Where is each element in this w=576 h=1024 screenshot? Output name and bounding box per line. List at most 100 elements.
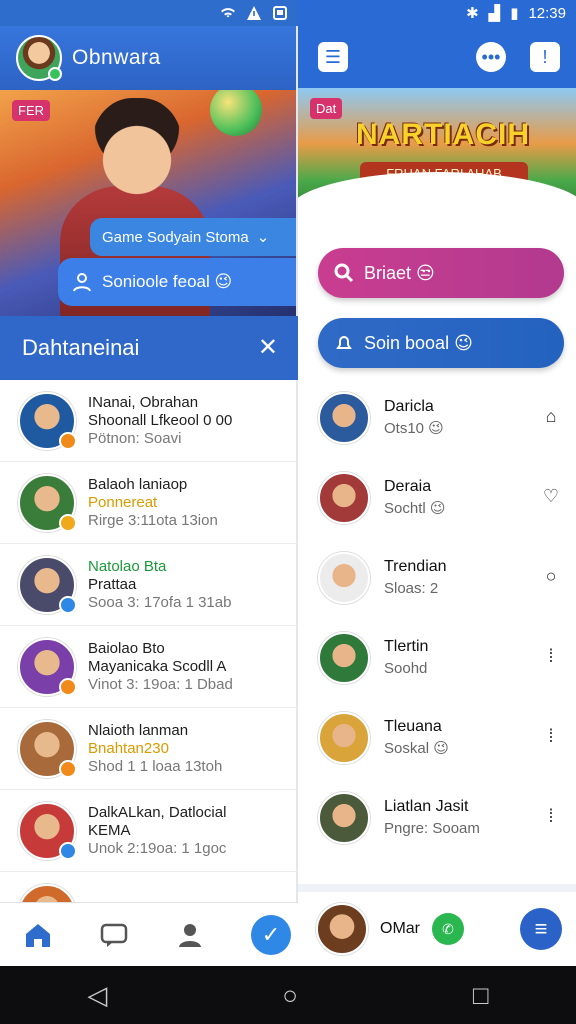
contact-sub: Pngre: Sooam xyxy=(384,820,480,837)
alert-icon xyxy=(247,6,261,20)
chat-line1: DalkALkan, Datlocial xyxy=(88,803,227,821)
menu-fab[interactable]: ≡ xyxy=(520,908,562,950)
heart-icon[interactable]: ♡ xyxy=(540,486,562,508)
chat-line2: Shoonall Lfkeool 0 00 xyxy=(88,411,233,429)
app-title: Obnwara xyxy=(72,46,161,69)
recents-icon[interactable]: □ xyxy=(473,980,489,1011)
banner-tag-right: Dat xyxy=(310,98,343,119)
menu-icon[interactable]: ☰ xyxy=(318,42,348,72)
status-bar-left xyxy=(0,0,298,26)
home-icon[interactable]: ⌂ xyxy=(540,406,562,428)
contact-name: Liatlan Jasit xyxy=(384,798,469,815)
contact-row[interactable]: Daricla Ots10 😉 ⌂ xyxy=(298,378,576,458)
dots-icon[interactable]: ⁞ xyxy=(540,806,562,828)
signal-icon: ▟ xyxy=(488,5,501,22)
chat-avatar xyxy=(18,719,77,778)
contact-avatar xyxy=(318,712,370,764)
chat-avatar xyxy=(18,391,77,450)
contact-text: Daricla Ots10 😉 xyxy=(384,396,444,440)
contact-sub: Sloas: 2 xyxy=(384,580,439,597)
profile-avatar[interactable] xyxy=(16,35,62,81)
chat-list: INanai, Obrahan Shoonall Lfkeool 0 00 Pötn… xyxy=(0,380,298,954)
banner-wave xyxy=(298,172,576,212)
game-dropdown[interactable]: Game Sodyain Stoma ⌄ xyxy=(90,218,296,256)
chat-line2: Mayanicaka Scodll A xyxy=(88,657,227,675)
back-icon[interactable]: ◁ xyxy=(87,980,107,1011)
contacts-icon[interactable] xyxy=(175,920,205,950)
chat-line3: Shod 1 1 loaa 13toh xyxy=(88,757,223,775)
contact-avatar xyxy=(318,552,370,604)
contact-row[interactable]: Deraia Sochtl 😉 ♡ xyxy=(298,458,576,538)
android-nav-bar: ◁ ○ □ xyxy=(0,966,576,1024)
dropdown-label: Game Sodyain Stoma xyxy=(102,228,249,246)
close-icon[interactable]: ✕ xyxy=(258,336,278,360)
battery-icon: ▮ xyxy=(510,5,519,22)
chat-avatar xyxy=(18,473,77,532)
chat-line1: INanai, Obrahan xyxy=(88,393,199,411)
status-badge xyxy=(59,595,77,614)
contact-text: Tleuana Soskal 😉 xyxy=(384,716,449,760)
bluetooth-icon: ✱ xyxy=(466,5,479,22)
chat-row[interactable]: INanai, Obrahan Shoonall Lfkeool 0 00 Pötn… xyxy=(0,380,298,462)
chevron-down-icon: ⌄ xyxy=(256,229,270,246)
social-label: Sonioole feoal 😉 xyxy=(102,272,233,291)
status-bar-right: ✱ ▟ ▮ 12:39 xyxy=(298,0,576,26)
chat-row[interactable]: Nlaioth lanman Bnahtan230 Shod 1 1 loaa 13… xyxy=(0,708,298,790)
chat-line3: Unok 2:19oa: 1 1goc xyxy=(88,839,227,857)
chat-row[interactable]: DalkALkan, Datlocial KEMA Unok 2:19oa: 1 1… xyxy=(0,790,298,872)
status-button[interactable]: Soin booal 😉 xyxy=(318,318,564,368)
chat-text: Baiolao Bto Mayanicaka Scodll A Vinot 3: 1… xyxy=(88,640,288,694)
chat-line1: Balaoh laniaop xyxy=(88,475,188,493)
chat-row[interactable]: Baiolao Bto Mayanicaka Scodll A Vinot 3: 1… xyxy=(0,626,298,708)
home-icon[interactable] xyxy=(23,920,53,950)
menu-fab-icon: ≡ xyxy=(534,916,548,941)
contact-row[interactable]: Liatlan Jasit Pngre: Sooam ⁞ xyxy=(298,778,576,858)
contact-row[interactable]: Trendian Sloas: 2 ○ xyxy=(298,538,576,618)
call-icon[interactable]: ✆ xyxy=(432,913,464,945)
footer-name: OMar xyxy=(380,920,420,937)
hero-head xyxy=(92,98,182,198)
chat-line3: Vinot 3: 19oa: 1 Dbad xyxy=(88,675,233,693)
section-header: Dahtaneinai ✕ xyxy=(0,316,298,380)
contact-text: Liatlan Jasit Pngre: Sooam xyxy=(384,796,480,840)
chat-avatar xyxy=(18,555,77,614)
right-footer: OMar ✆ ≡ xyxy=(298,884,576,966)
chat-row[interactable]: Balaoh laniaop Ponnereat Rirge 3:11ota 13i… xyxy=(0,462,298,544)
circle-icon[interactable]: ○ xyxy=(540,566,562,588)
search-button[interactable]: Briaet 😒 xyxy=(318,248,564,298)
check-fab[interactable]: ✓ xyxy=(251,914,291,955)
contact-avatar xyxy=(318,392,370,444)
chat-text: INanai, Obrahan Shoonall Lfkeool 0 00 Pötn… xyxy=(88,394,288,448)
contact-row[interactable]: Tleuana Soskal 😉 ⁞ xyxy=(298,698,576,778)
contact-sub: Ots10 😉 xyxy=(384,420,444,437)
status-badge xyxy=(59,513,77,532)
chat-text: DalkALkan, Datlocial KEMA Unok 2:19oa: 1 1… xyxy=(88,804,288,858)
online-dot xyxy=(48,67,62,81)
contact-sub: Soskal 😉 xyxy=(384,740,449,757)
clock: 12:39 xyxy=(528,4,566,22)
check-icon: ✓ xyxy=(261,921,281,947)
right-pane: ☰ ••• ! Dat NARTIACIH FRHAN FARI AHAB Br… xyxy=(298,26,576,966)
dots-icon[interactable]: ⁞ xyxy=(540,726,562,748)
chat-line2: Prattaa xyxy=(88,575,137,593)
dots-icon[interactable]: ⁞ xyxy=(540,646,562,668)
contact-name: Deraia xyxy=(384,478,432,495)
contact-list: Daricla Ots10 😉 ⌂ Deraia Sochtl 😉 ♡ Trendian Sl… xyxy=(298,378,576,858)
contact-sub: Soohd xyxy=(384,660,428,677)
home-circle-icon[interactable]: ○ xyxy=(282,980,298,1011)
info-icon[interactable]: ! xyxy=(530,42,560,72)
chat-icon[interactable] xyxy=(99,920,129,950)
right-header: ☰ ••• ! xyxy=(298,26,576,88)
chat-text: Balaoh laniaop Ponnereat Rirge 3:11ota 13i… xyxy=(88,476,288,530)
contact-row[interactable]: Tlertin Soohd ⁞ xyxy=(298,618,576,698)
screenshot-icon xyxy=(273,6,287,20)
status-badge xyxy=(59,841,77,860)
chat-row[interactable]: Natolao Bta Prattaa Sooa 3: 17ofa 1 31ab xyxy=(0,544,298,626)
chat-bubble-icon[interactable]: ••• xyxy=(476,42,506,72)
game-banner-right[interactable]: Dat NARTIACIH FRHAN FARI AHAB xyxy=(298,88,576,212)
chat-line3: Sooa 3: 17ofa 1 31ab xyxy=(88,593,232,611)
contact-name: Trendian xyxy=(384,558,447,575)
footer-avatar[interactable] xyxy=(316,903,368,955)
social-button[interactable]: Sonioole feoal 😉 xyxy=(58,258,296,306)
wifi-icon xyxy=(221,8,235,18)
